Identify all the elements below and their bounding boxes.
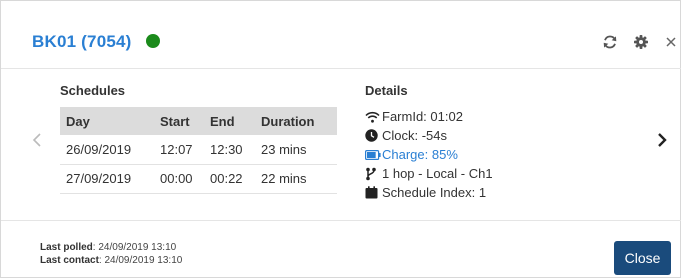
last-contact: Last contact: 24/09/2019 13:10 bbox=[40, 255, 182, 266]
table-row: 26/09/2019 12:07 12:30 23 mins bbox=[60, 135, 337, 165]
column-header-duration: Duration bbox=[255, 107, 337, 135]
last-polled-value: : 24/09/2019 13:10 bbox=[92, 242, 177, 253]
cell-start: 00:00 bbox=[154, 164, 204, 194]
detail-farm-id: FarmId: 01:02 bbox=[365, 107, 493, 126]
next-arrow-icon[interactable] bbox=[657, 132, 673, 152]
table-row: 27/09/2019 00:00 00:22 22 mins bbox=[60, 164, 337, 194]
detail-charge: Charge: 85% bbox=[365, 145, 493, 164]
clock-text: Clock: -54s bbox=[382, 128, 448, 143]
farm-id-text: FarmId: 01:02 bbox=[382, 109, 463, 124]
detail-hops: 1 hop - Local - Ch1 bbox=[365, 164, 493, 183]
column-header-start: Start bbox=[154, 107, 204, 135]
wifi-icon bbox=[365, 110, 381, 124]
column-header-day: Day bbox=[60, 107, 154, 135]
cell-duration: 23 mins bbox=[255, 135, 337, 165]
detail-schedule-index: Schedule Index: 1 bbox=[365, 183, 493, 202]
schedules-title: Schedules bbox=[60, 83, 126, 98]
last-polled-label: Last polled bbox=[40, 242, 93, 253]
cell-end: 00:22 bbox=[204, 164, 255, 194]
cell-start: 12:07 bbox=[154, 135, 204, 165]
prev-arrow-icon[interactable] bbox=[32, 132, 48, 152]
last-contact-value: : 24/09/2019 13:10 bbox=[98, 255, 183, 266]
table-header-row: Day Start End Duration bbox=[60, 107, 337, 135]
last-contact-label: Last contact bbox=[40, 255, 99, 266]
cell-day: 26/09/2019 bbox=[60, 135, 154, 165]
battery-icon bbox=[365, 148, 381, 162]
status-indicator bbox=[146, 34, 160, 48]
gear-icon[interactable] bbox=[633, 34, 649, 50]
cell-end: 12:30 bbox=[204, 135, 255, 165]
device-modal: BK01 (7054) Schedules Day Start End Dura… bbox=[0, 0, 681, 278]
detail-clock: Clock: -54s bbox=[365, 126, 493, 145]
branch-icon bbox=[365, 167, 381, 181]
modal-body: Schedules Day Start End Duration 26/09/2… bbox=[1, 70, 681, 220]
hops-text: 1 hop - Local - Ch1 bbox=[382, 166, 493, 181]
cell-duration: 22 mins bbox=[255, 164, 337, 194]
charge-text: Charge: 85% bbox=[382, 147, 458, 162]
refresh-icon[interactable] bbox=[602, 34, 618, 50]
device-title: BK01 (7054) bbox=[32, 32, 132, 51]
modal-footer: Last polled: 24/09/2019 13:10 Last conta… bbox=[1, 220, 681, 278]
calendar-icon bbox=[365, 186, 381, 200]
cell-day: 27/09/2019 bbox=[60, 164, 154, 194]
details-title: Details bbox=[365, 83, 408, 98]
clock-icon bbox=[365, 129, 381, 143]
schedules-table: Day Start End Duration 26/09/2019 12:07 … bbox=[60, 107, 337, 194]
schedule-index-text: Schedule Index: 1 bbox=[382, 185, 487, 200]
close-button[interactable]: Close bbox=[614, 241, 671, 275]
last-polled: Last polled: 24/09/2019 13:10 bbox=[40, 242, 176, 253]
modal-header: BK01 (7054) bbox=[1, 1, 681, 69]
close-icon[interactable] bbox=[663, 34, 679, 50]
column-header-end: End bbox=[204, 107, 255, 135]
details-list: FarmId: 01:02 Clock: -54s Charge: 85% 1 … bbox=[365, 107, 493, 202]
